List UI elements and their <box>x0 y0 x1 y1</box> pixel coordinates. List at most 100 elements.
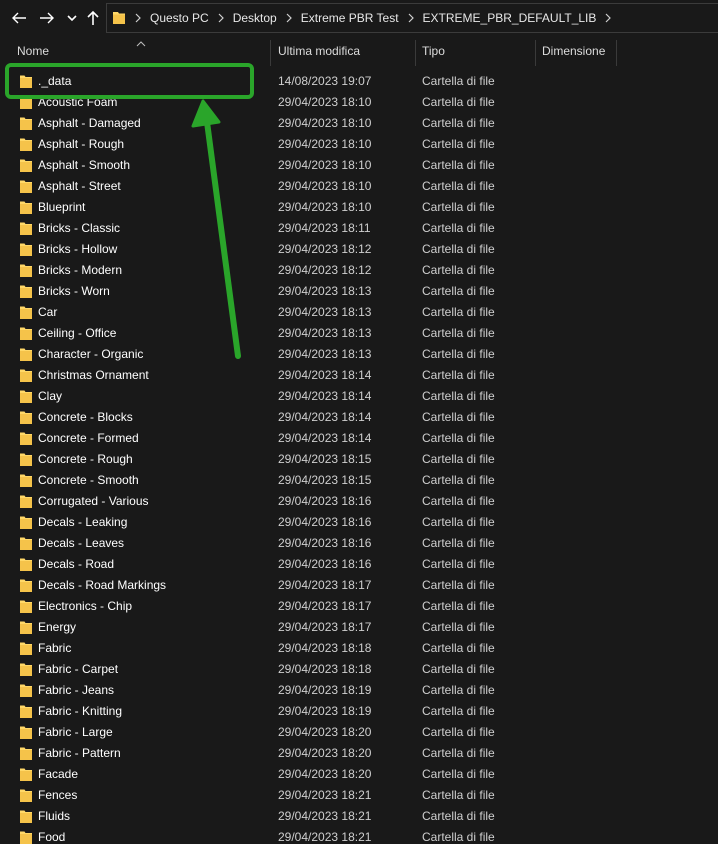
column-size[interactable]: Dimensione <box>536 36 617 66</box>
list-item[interactable]: Decals - Road Markings 29/04/2023 18:17 Ca… <box>0 575 718 596</box>
file-type: Cartella di file <box>422 578 495 592</box>
up-button[interactable] <box>84 6 102 30</box>
folder-icon <box>19 704 33 719</box>
list-item[interactable]: Concrete - Formed 29/04/2023 18:14 Cartell… <box>0 428 718 449</box>
list-item[interactable]: Fabric - Knitting 29/04/2023 18:19 Cartell… <box>0 701 718 722</box>
list-item[interactable]: Asphalt - Rough 29/04/2023 18:10 Cartella … <box>0 134 718 155</box>
list-item[interactable]: Fabric 29/04/2023 18:18 Cartella di file <box>0 638 718 659</box>
address-bar[interactable]: Questo PC Desktop Extreme PBR Test EXTRE… <box>106 3 718 33</box>
folder-icon <box>19 389 33 404</box>
file-date: 29/04/2023 18:10 <box>278 95 372 109</box>
file-type: Cartella di file <box>422 704 495 718</box>
list-item[interactable]: Blueprint 29/04/2023 18:10 Cartella di fil… <box>0 197 718 218</box>
list-item[interactable]: Christmas Ornament 29/04/2023 18:14 Cartel… <box>0 365 718 386</box>
breadcrumb-item[interactable]: Extreme PBR Test <box>301 11 399 25</box>
file-date: 29/04/2023 18:16 <box>278 557 372 571</box>
column-date[interactable]: Ultima modifica <box>272 36 416 66</box>
list-item[interactable]: Car 29/04/2023 18:13 Cartella di file <box>0 302 718 323</box>
file-date: 29/04/2023 18:20 <box>278 746 372 760</box>
forward-arrow-icon <box>40 12 54 24</box>
chevron-right-icon[interactable] <box>605 13 612 23</box>
file-date: 29/04/2023 18:11 <box>278 221 371 235</box>
list-item[interactable]: Concrete - Smooth 29/04/2023 18:15 Cartell… <box>0 470 718 491</box>
file-type: Cartella di file <box>422 95 495 109</box>
list-item[interactable]: Electronics - Chip 29/04/2023 18:17 Cartel… <box>0 596 718 617</box>
file-type: Cartella di file <box>422 809 495 823</box>
folder-icon <box>19 326 33 341</box>
file-type: Cartella di file <box>422 116 495 130</box>
back-button[interactable] <box>8 6 30 30</box>
file-type: Cartella di file <box>422 137 495 151</box>
list-item[interactable]: Fabric - Jeans 29/04/2023 18:19 Cartella d… <box>0 680 718 701</box>
file-date: 29/04/2023 18:15 <box>278 452 372 466</box>
file-date: 29/04/2023 18:14 <box>278 389 372 403</box>
list-item[interactable]: Clay 29/04/2023 18:14 Cartella di file <box>0 386 718 407</box>
back-arrow-icon <box>12 12 26 24</box>
file-name: Decals - Leaking <box>38 515 128 529</box>
list-item[interactable]: Asphalt - Damaged 29/04/2023 18:10 Cartell… <box>0 113 718 134</box>
file-type: Cartella di file <box>422 347 495 361</box>
column-type[interactable]: Tipo <box>416 36 536 66</box>
list-item[interactable]: Ceiling - Office 29/04/2023 18:13 Cartella… <box>0 323 718 344</box>
file-name: Decals - Leaves <box>38 536 125 550</box>
list-item[interactable]: Food 29/04/2023 18:21 Cartella di file <box>0 827 718 844</box>
list-item[interactable]: Asphalt - Street 29/04/2023 18:10 Cartella… <box>0 176 718 197</box>
file-date: 29/04/2023 18:16 <box>278 515 372 529</box>
file-date: 29/04/2023 18:16 <box>278 536 372 550</box>
list-item[interactable]: Fences 29/04/2023 18:21 Cartella di file <box>0 785 718 806</box>
file-name: Concrete - Rough <box>38 452 133 466</box>
list-item[interactable]: Character - Organic 29/04/2023 18:13 Carte… <box>0 344 718 365</box>
list-item[interactable]: Bricks - Hollow 29/04/2023 18:12 Cartella … <box>0 239 718 260</box>
folder-icon <box>19 284 33 299</box>
list-item[interactable]: Bricks - Worn 29/04/2023 18:13 Cartella di… <box>0 281 718 302</box>
file-name: Asphalt - Rough <box>38 137 125 151</box>
breadcrumb-item[interactable]: EXTREME_PBR_DEFAULT_LIB <box>423 11 597 25</box>
list-item[interactable]: Fabric - Pattern 29/04/2023 18:20 Cartella… <box>0 743 718 764</box>
list-item[interactable]: Bricks - Modern 29/04/2023 18:12 Cartella … <box>0 260 718 281</box>
recent-locations-button[interactable] <box>64 6 80 30</box>
file-date: 29/04/2023 18:17 <box>278 578 372 592</box>
file-date: 29/04/2023 18:18 <box>278 662 372 676</box>
file-type: Cartella di file <box>422 263 495 277</box>
list-item[interactable]: Decals - Road 29/04/2023 18:16 Cartella di… <box>0 554 718 575</box>
folder-icon <box>19 473 33 488</box>
folder-icon <box>19 578 33 593</box>
list-item[interactable]: Facade 29/04/2023 18:20 Cartella di file <box>0 764 718 785</box>
list-item[interactable]: Asphalt - Smooth 29/04/2023 18:10 Cartella… <box>0 155 718 176</box>
chevron-right-icon[interactable] <box>408 13 414 23</box>
file-name: Blueprint <box>38 200 86 214</box>
list-item[interactable]: Corrugated - Various 29/04/2023 18:16 Cart… <box>0 491 718 512</box>
breadcrumb-item[interactable]: Questo PC <box>150 11 209 25</box>
list-item[interactable]: Energy 29/04/2023 18:17 Cartella di file <box>0 617 718 638</box>
list-item[interactable]: Acoustic Foam 29/04/2023 18:10 Cartella di… <box>0 92 718 113</box>
list-item[interactable]: Concrete - Blocks 29/04/2023 18:14 Cartell… <box>0 407 718 428</box>
list-item[interactable]: Decals - Leaking 29/04/2023 18:16 Cartella… <box>0 512 718 533</box>
folder-icon <box>19 95 33 110</box>
file-type: Cartella di file <box>422 305 495 319</box>
file-name: Asphalt - Damaged <box>38 116 141 130</box>
file-name: Asphalt - Street <box>38 179 121 193</box>
forward-button[interactable] <box>36 6 58 30</box>
file-name: Fabric - Jeans <box>38 683 115 697</box>
file-type: Cartella di file <box>422 368 495 382</box>
chevron-right-icon[interactable] <box>218 13 224 23</box>
folder-icon <box>19 74 33 89</box>
column-name-label: Nome <box>17 44 50 58</box>
list-item[interactable]: Fabric - Carpet 29/04/2023 18:18 Cartella … <box>0 659 718 680</box>
navigation-bar: Questo PC Desktop Extreme PBR Test EXTRE… <box>0 0 718 36</box>
file-type: Cartella di file <box>422 746 495 760</box>
list-item[interactable]: Bricks - Classic 29/04/2023 18:11 Cartella… <box>0 218 718 239</box>
list-item[interactable]: ._data 14/08/2023 19:07 Cartella di file <box>0 71 718 92</box>
list-item[interactable]: Concrete - Rough 29/04/2023 18:15 Cartella… <box>0 449 718 470</box>
folder-icon <box>19 200 33 215</box>
list-item[interactable]: Decals - Leaves 29/04/2023 18:16 Cartella … <box>0 533 718 554</box>
list-item[interactable]: Fabric - Large 29/04/2023 18:20 Cartella d… <box>0 722 718 743</box>
file-name: Fabric - Carpet <box>38 662 119 676</box>
breadcrumb-item[interactable]: Desktop <box>233 11 277 25</box>
file-date: 29/04/2023 18:10 <box>278 200 372 214</box>
folder-icon <box>19 620 33 635</box>
chevron-right-icon[interactable] <box>286 13 292 23</box>
folder-icon <box>19 788 33 803</box>
column-name[interactable]: Nome <box>11 36 271 66</box>
list-item[interactable]: Fluids 29/04/2023 18:21 Cartella di file <box>0 806 718 827</box>
